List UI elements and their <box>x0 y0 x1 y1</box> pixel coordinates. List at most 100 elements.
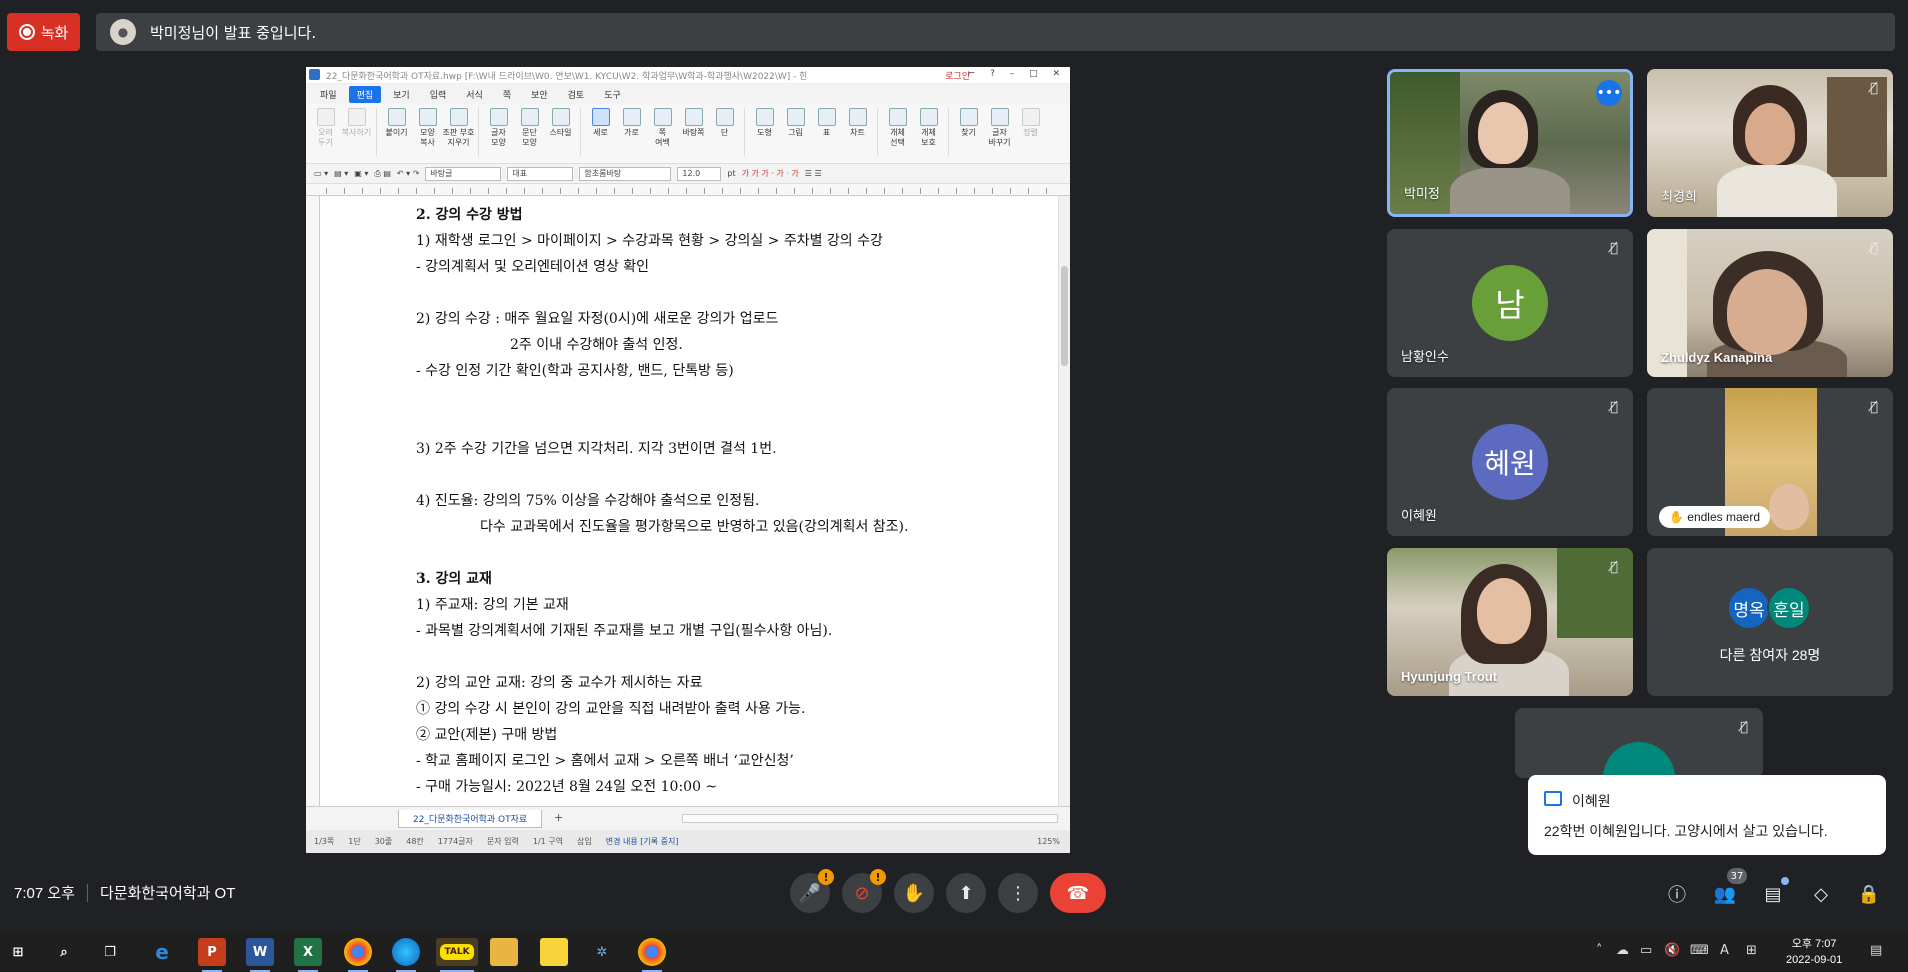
search-icon[interactable]: ⌕ <box>50 938 78 966</box>
align-icons[interactable]: ☰ ☰ <box>805 169 822 178</box>
more-options-icon[interactable]: ••• <box>1596 80 1622 106</box>
vertical-ruler[interactable] <box>306 196 320 806</box>
tray-overflow-icon[interactable]: ˄ <box>1596 943 1603 958</box>
file-explorer-icon[interactable] <box>490 938 518 966</box>
add-tab-icon[interactable]: + <box>554 811 563 824</box>
host-controls-button[interactable]: 🔒 <box>1855 880 1883 908</box>
more-options-button[interactable]: ⋮ <box>998 873 1038 913</box>
ribbon-button-6[interactable]: 문단 모양 <box>516 108 543 148</box>
ribbon-button-9[interactable]: 가로 <box>618 108 645 138</box>
participant-tile-6[interactable]: 🎙̸ Hyunjung Trout <box>1387 548 1633 696</box>
tray-app-icon[interactable]: ☁ <box>1616 943 1629 958</box>
font-size-input[interactable]: 12.0 <box>677 166 722 181</box>
ribbon-button-21[interactable]: 정렬 <box>1017 108 1044 138</box>
network-icon[interactable]: ▭ <box>1640 943 1652 958</box>
participant-tile-7[interactable]: 명옥 훈일 다른 참여자 28명 <box>1647 548 1893 696</box>
scroll-thumb[interactable] <box>1061 266 1068 366</box>
menu-1[interactable]: 편집 <box>348 85 382 103</box>
recording-indicator[interactable]: 녹화 <box>7 13 80 51</box>
chat-notification[interactable]: 이혜원 22학번 이혜원입니다. 고양시에서 살고 있습니다. <box>1528 775 1886 855</box>
ribbon-button-3[interactable]: 모양 복사 <box>414 108 441 148</box>
powerpoint-icon[interactable]: P <box>198 938 226 972</box>
char-format-icons[interactable]: 가 가 가 · 가 · 가 <box>742 168 799 179</box>
kakaotalk-icon[interactable]: TALK <box>436 938 478 972</box>
horizontal-ruler[interactable] <box>306 184 1070 196</box>
ime-mode-icon[interactable]: ⊞ <box>1746 943 1757 958</box>
start-icon[interactable]: ⊞ <box>4 938 32 966</box>
participant-tile-3[interactable]: 🎙̸ Zhuldyz Kanapina <box>1647 229 1893 377</box>
style-select[interactable]: 바탕글 <box>425 166 502 181</box>
vertical-scrollbar[interactable] <box>1058 196 1070 806</box>
ribbon-button-15[interactable]: 표 <box>813 108 840 138</box>
edge-icon[interactable] <box>392 938 420 972</box>
ribbon-button-10[interactable]: 쪽 여백 <box>649 108 676 148</box>
font-select[interactable]: 함초롬바탕 <box>579 166 672 181</box>
activities-button[interactable]: ◇ <box>1807 880 1835 908</box>
task-view-icon[interactable]: ❐ <box>96 938 124 966</box>
network-app-icon[interactable]: ✲ <box>588 938 616 966</box>
menu-8[interactable]: 도구 <box>596 86 629 103</box>
participant-tile-partial[interactable]: 🎙̸ <box>1515 708 1763 778</box>
keyboard-icon[interactable]: ⌨ <box>1690 943 1709 958</box>
ribbon-button-2[interactable]: 붙이기 <box>383 108 410 138</box>
horizontal-scrollbar[interactable] <box>682 814 1058 823</box>
chrome-icon[interactable] <box>344 938 372 972</box>
lang-select[interactable]: 대표 <box>507 166 574 181</box>
menu-5[interactable]: 쪽 <box>495 86 519 103</box>
participant-tile-0[interactable]: ••• 박미정 <box>1387 69 1633 217</box>
ribbon-button-13[interactable]: 도형 <box>751 108 778 138</box>
participant-tile-1[interactable]: 🎙̸ 최경희 <box>1647 69 1893 217</box>
new-doc-icon[interactable]: ▭ ▾ <box>314 169 328 178</box>
word-icon[interactable]: W <box>246 938 274 972</box>
notification-icon[interactable]: ▤ <box>1870 943 1882 958</box>
status-track[interactable]: 변경 내용 [기록 중지] <box>606 836 679 847</box>
ribbon-button-7[interactable]: 스타일 <box>547 108 574 138</box>
participant-tile-2[interactable]: 🎙̸ 남 남황인수 <box>1387 229 1633 377</box>
hwp-login-link[interactable]: 로그인 <box>945 69 970 82</box>
ribbon-button-18[interactable]: 개체 보호 <box>915 108 942 148</box>
ribbon-button-11[interactable]: 바탕쪽 <box>680 108 707 138</box>
taskbar-clock[interactable]: 오후 7:07 2022-09-01 <box>1786 936 1842 968</box>
menu-6[interactable]: 보안 <box>523 86 556 103</box>
ribbon-button-17[interactable]: 개체 선택 <box>884 108 911 148</box>
meeting-details-button[interactable]: ⓘ <box>1663 880 1691 908</box>
window-controls[interactable]: ⌐ ? – □ ✕ <box>968 69 1066 79</box>
document-tab[interactable]: 22_다문화한국어학과 OT자료 <box>398 810 543 828</box>
menu-4[interactable]: 서식 <box>458 86 491 103</box>
menu-7[interactable]: 검토 <box>560 86 593 103</box>
ribbon-button-12[interactable]: 단 <box>711 108 738 138</box>
undo-icon[interactable]: ↶ ▾ ↷ <box>397 169 420 178</box>
chrome-icon-2[interactable] <box>638 938 666 972</box>
menu-2[interactable]: 보기 <box>385 86 418 103</box>
end-call-button[interactable]: ☎ <box>1050 873 1106 913</box>
status-zoom[interactable]: 125% <box>1037 837 1060 846</box>
ribbon-button-1[interactable]: 복사하기 <box>342 108 371 138</box>
open-icon[interactable]: ▤ ▾ <box>334 169 348 178</box>
document-page[interactable]: 2. 강의 수강 방법 1) 재학생 로그인 > 마이페이지 > 수강과목 현황 … <box>330 196 1056 806</box>
save-icon[interactable]: ▣ ▾ <box>354 169 368 178</box>
chat-button[interactable]: ▤ <box>1759 877 1789 908</box>
ribbon-button-0[interactable]: 오려 두기 <box>312 108 339 148</box>
mic-toggle-button[interactable]: 🎤 ! <box>790 869 834 913</box>
menu-3[interactable]: 입력 <box>422 86 455 103</box>
ribbon-button-19[interactable]: 찾기 <box>955 108 982 138</box>
sticky-notes-icon[interactable] <box>540 938 568 966</box>
people-button[interactable]: 👥 37 <box>1711 868 1747 908</box>
excel-icon[interactable]: X <box>294 938 322 972</box>
volume-icon[interactable]: 🔇 <box>1664 943 1680 958</box>
ribbon-button-16[interactable]: 차트 <box>844 108 871 138</box>
camera-toggle-button[interactable]: ⊘ ! <box>842 869 886 913</box>
print-icon[interactable]: ⎙ ▤ <box>374 169 391 179</box>
participant-tile-5[interactable]: 🎙̸ ✋ endles maerd <box>1647 388 1893 536</box>
ribbon-button-5[interactable]: 글자 모양 <box>485 108 512 148</box>
present-button[interactable]: ⬆ <box>946 873 986 913</box>
ime-icon[interactable]: A <box>1720 943 1729 958</box>
raise-hand-button[interactable]: ✋ <box>894 873 934 913</box>
ribbon-button-8[interactable]: 세로 <box>587 108 614 138</box>
ie-icon[interactable]: e <box>148 938 176 966</box>
participant-tile-4[interactable]: 🎙̸ 혜원 이혜원 <box>1387 388 1633 536</box>
ribbon-button-20[interactable]: 글자 바꾸기 <box>986 108 1013 148</box>
ribbon-button-4[interactable]: 조판 부호 지우기 <box>443 108 475 148</box>
ribbon-button-14[interactable]: 그림 <box>782 108 809 138</box>
menu-0[interactable]: 파일 <box>312 86 345 103</box>
